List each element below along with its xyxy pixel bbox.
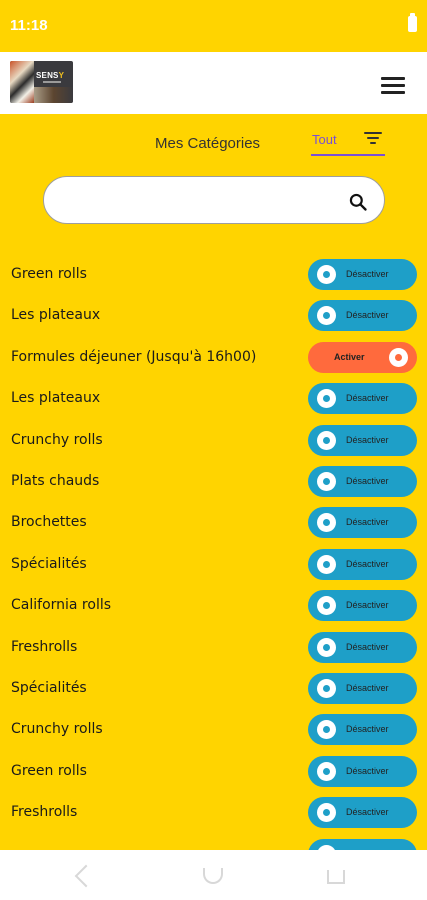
category-name: Spécialités	[11, 680, 87, 696]
toggle-knob	[317, 761, 336, 781]
toggle-knob	[317, 720, 336, 740]
toggle-knob	[317, 430, 336, 450]
category-row: California rolls Désactiver	[0, 585, 427, 626]
deactivate-toggle[interactable]: Désactiver	[308, 714, 417, 746]
toggle-knob	[317, 513, 336, 533]
toggle-label: Désactiver	[346, 600, 389, 611]
category-name: Green rolls	[11, 762, 87, 779]
category-name: Crunchy rolls	[11, 431, 103, 448]
category-row: Green rolls Désactiver	[0, 254, 427, 295]
toggle-label: Désactiver	[346, 434, 389, 445]
activate-toggle[interactable]: Activer	[308, 341, 417, 373]
category-row: Spécialités Désactiver	[0, 668, 427, 709]
category-name: Formules déjeuner (Jusqu'à 16h00)	[11, 348, 257, 365]
category-row: Crunchy rolls Désactiver	[0, 420, 427, 461]
toggle-knob	[317, 596, 336, 616]
toggle-label: Désactiver	[346, 476, 389, 486]
toggle-label: Désactiver	[346, 393, 389, 404]
deactivate-toggle[interactable]: Désactiver	[308, 548, 417, 580]
search-icon[interactable]	[348, 192, 368, 212]
logo-text: SENSY	[36, 71, 65, 80]
toggle-label: Activer	[334, 351, 365, 362]
category-name: Les plateaux	[11, 390, 101, 407]
page-title: Mes Catégories	[155, 135, 261, 152]
category-row: Plats chauds Désactiver	[0, 461, 427, 502]
category-row: Formules déjeuner (Jusqu'à 16h00) Activer	[0, 337, 427, 378]
category-list[interactable]: Green rolls Désactiver Les plateaux Désacti…	[0, 254, 427, 850]
category-name: Green rolls	[11, 266, 87, 282]
deactivate-toggle[interactable]: Désactiver	[308, 507, 417, 539]
toggle-label: Désactiver	[346, 724, 389, 735]
status-time: 11:18	[10, 17, 48, 34]
category-row	[0, 834, 427, 850]
deactivate-toggle[interactable]: Désactiver	[308, 673, 417, 704]
deactivate-toggle[interactable]: Désactiver	[308, 590, 417, 622]
category-row: Freshrolls Désactiver	[0, 792, 427, 833]
deactivate-toggle[interactable]: Désactiver	[308, 466, 417, 497]
category-name: Plats chauds	[11, 473, 100, 489]
toggle-knob	[317, 389, 336, 409]
deactivate-toggle[interactable]: Désactiver	[308, 797, 417, 829]
filter-list-icon[interactable]	[364, 132, 382, 146]
category-name: Freshrolls	[11, 638, 78, 655]
category-name: California rolls	[11, 597, 112, 614]
category-name: Brochettes	[11, 514, 87, 531]
toggle-knob	[317, 803, 336, 823]
category-name: Crunchy rolls	[11, 721, 103, 738]
search-box	[43, 176, 385, 224]
category-row: Green rolls Désactiver	[0, 751, 427, 792]
deactivate-toggle[interactable]: Désactiver	[308, 755, 417, 787]
search-input[interactable]	[60, 187, 330, 215]
category-row: Freshrolls Désactiver	[0, 627, 427, 668]
toggle-label: Désactiver	[346, 269, 389, 279]
deactivate-toggle[interactable]	[308, 838, 417, 850]
deactivate-toggle[interactable]: Désactiver	[308, 424, 417, 456]
filter-dropdown[interactable]: Tout	[311, 129, 385, 156]
toggle-knob	[317, 472, 336, 491]
category-row: Crunchy rolls Désactiver	[0, 709, 427, 750]
category-name: Freshrolls	[11, 804, 78, 821]
home-icon[interactable]	[203, 868, 223, 884]
toggle-knob	[389, 347, 408, 367]
toggle-knob	[317, 554, 336, 574]
category-row: Brochettes Désactiver	[0, 502, 427, 543]
status-bar: 11:18	[0, 0, 427, 52]
category-row: Spécialités Désactiver	[0, 544, 427, 585]
category-name: Spécialités	[11, 555, 87, 572]
recent-apps-icon[interactable]	[327, 870, 345, 884]
hamburger-menu-icon[interactable]	[381, 77, 405, 95]
deactivate-toggle[interactable]: Désactiver	[308, 300, 417, 332]
back-icon[interactable]	[74, 864, 98, 888]
system-nav-bar	[0, 850, 427, 900]
toggle-label: Désactiver	[346, 310, 389, 321]
app-header: SENSY	[0, 52, 427, 114]
filter-value: Tout	[312, 132, 337, 147]
toggle-knob	[317, 306, 336, 326]
toggle-knob	[317, 265, 336, 284]
toggle-label: Désactiver	[346, 765, 389, 776]
deactivate-toggle[interactable]: Désactiver	[308, 631, 417, 663]
category-row: Les plateaux Désactiver	[0, 295, 427, 336]
battery-icon	[408, 13, 417, 32]
deactivate-toggle[interactable]: Désactiver	[308, 259, 417, 290]
category-row: Les plateaux Désactiver	[0, 378, 427, 419]
toggle-knob	[317, 679, 336, 698]
toggle-label: Désactiver	[346, 641, 389, 652]
toggle-label: Désactiver	[346, 517, 389, 528]
toggle-label: Désactiver	[346, 558, 389, 569]
toggle-knob	[317, 637, 336, 657]
toggle-label: Désactiver	[346, 807, 389, 818]
logo[interactable]: SENSY	[10, 61, 73, 103]
deactivate-toggle[interactable]: Désactiver	[308, 383, 417, 415]
category-name: Les plateaux	[11, 307, 101, 324]
toggle-label: Désactiver	[346, 683, 389, 693]
